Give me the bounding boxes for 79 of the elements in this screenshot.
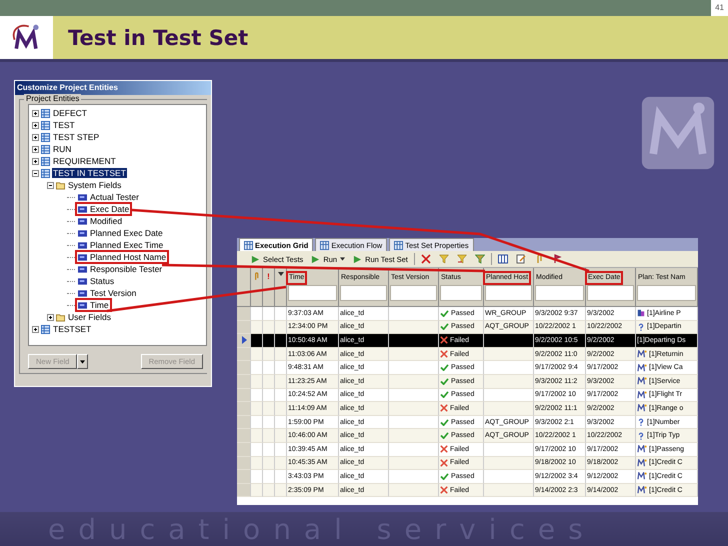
field-icon <box>78 300 87 310</box>
filter-field[interactable] <box>637 285 696 301</box>
table-icon <box>41 108 50 118</box>
field-icon <box>78 252 87 262</box>
field-item[interactable]: Responsible Tester <box>77 264 164 274</box>
field-item[interactable]: Status <box>77 276 116 286</box>
priority-header: ! <box>267 272 270 281</box>
field-icon <box>78 264 87 274</box>
tree-item[interactable]: TEST STEP <box>52 132 100 142</box>
filter-field[interactable] <box>440 285 482 301</box>
m-logo-icon <box>640 95 716 171</box>
table-icon <box>41 144 50 154</box>
columns-icon[interactable] <box>498 254 508 264</box>
folder-icon <box>56 312 65 322</box>
filter-field[interactable] <box>390 285 437 301</box>
expander-icon[interactable] <box>32 326 39 332</box>
table-icon <box>41 132 50 142</box>
flag-icon[interactable] <box>552 254 562 264</box>
filter-field[interactable] <box>288 285 337 301</box>
field-item[interactable]: Test Version <box>77 288 138 298</box>
slide-title: Test in Test Set <box>68 26 248 50</box>
expander-icon[interactable] <box>32 134 39 140</box>
table-icon <box>41 156 50 166</box>
tree-item[interactable]: TEST IN TESTSET <box>52 168 127 178</box>
funnel-icon[interactable] <box>438 254 449 264</box>
expander-icon[interactable] <box>32 158 39 164</box>
grid-icon <box>244 240 253 250</box>
expander-icon[interactable] <box>32 146 39 152</box>
play-icon <box>251 254 260 264</box>
panel-title: Customize Project Entities <box>15 81 211 95</box>
field-icon <box>78 216 87 226</box>
filter-field[interactable] <box>340 285 387 301</box>
tree-item[interactable]: DEFECT <box>52 108 88 118</box>
funnel-icon[interactable] <box>456 254 467 264</box>
field-item[interactable]: Exec Date <box>77 204 130 214</box>
expander-icon[interactable] <box>47 314 54 320</box>
folder-icon <box>56 180 65 190</box>
sort-triangle-icon <box>278 272 284 276</box>
expander-icon[interactable] <box>47 182 54 188</box>
tree-item[interactable]: TESTSET <box>52 324 92 334</box>
grid-icon <box>320 240 330 250</box>
play-icon <box>353 254 362 264</box>
table-icon <box>41 168 50 178</box>
field-item[interactable]: Planned Exec Date <box>77 228 164 238</box>
tree-item[interactable]: TEST <box>52 120 76 130</box>
tree-item[interactable]: REQUIREMENT <box>52 156 117 166</box>
page-number: 41 <box>711 0 728 16</box>
field-icon <box>78 228 87 238</box>
caret-icon <box>340 257 346 261</box>
filter-field[interactable] <box>535 285 584 301</box>
delete-icon[interactable] <box>420 254 431 264</box>
field-icon <box>78 240 87 250</box>
row-pointer-icon <box>242 336 246 344</box>
table-icon <box>41 120 50 130</box>
grid-icon <box>394 240 404 250</box>
field-icon <box>78 204 87 214</box>
field-item[interactable]: Actual Tester <box>77 192 140 202</box>
field-item[interactable]: Time <box>77 300 110 310</box>
caret-icon <box>80 360 86 364</box>
tree-item[interactable]: RUN <box>52 144 72 154</box>
table-icon <box>41 324 50 334</box>
funnel-icon[interactable] <box>474 254 485 264</box>
paperclip-icon <box>254 272 259 281</box>
filter-field[interactable] <box>587 285 634 301</box>
filter-field[interactable] <box>485 285 532 301</box>
tree-item[interactable]: User Fields <box>67 312 112 322</box>
tree-item[interactable]: System Fields <box>67 180 122 190</box>
group-label: Project Entities <box>24 94 82 104</box>
field-icon <box>78 276 87 286</box>
field-item[interactable]: Modified <box>77 216 124 226</box>
expander-icon[interactable] <box>32 170 39 176</box>
expander-icon[interactable] <box>32 110 39 116</box>
play-icon <box>311 254 320 264</box>
document-edit-icon[interactable] <box>516 254 526 264</box>
field-icon <box>78 192 87 202</box>
field-item[interactable]: Planned Host Name <box>77 252 168 262</box>
expander-icon[interactable] <box>32 122 39 128</box>
field-icon <box>78 288 87 298</box>
field-item[interactable]: Planned Exec Time <box>77 240 164 250</box>
